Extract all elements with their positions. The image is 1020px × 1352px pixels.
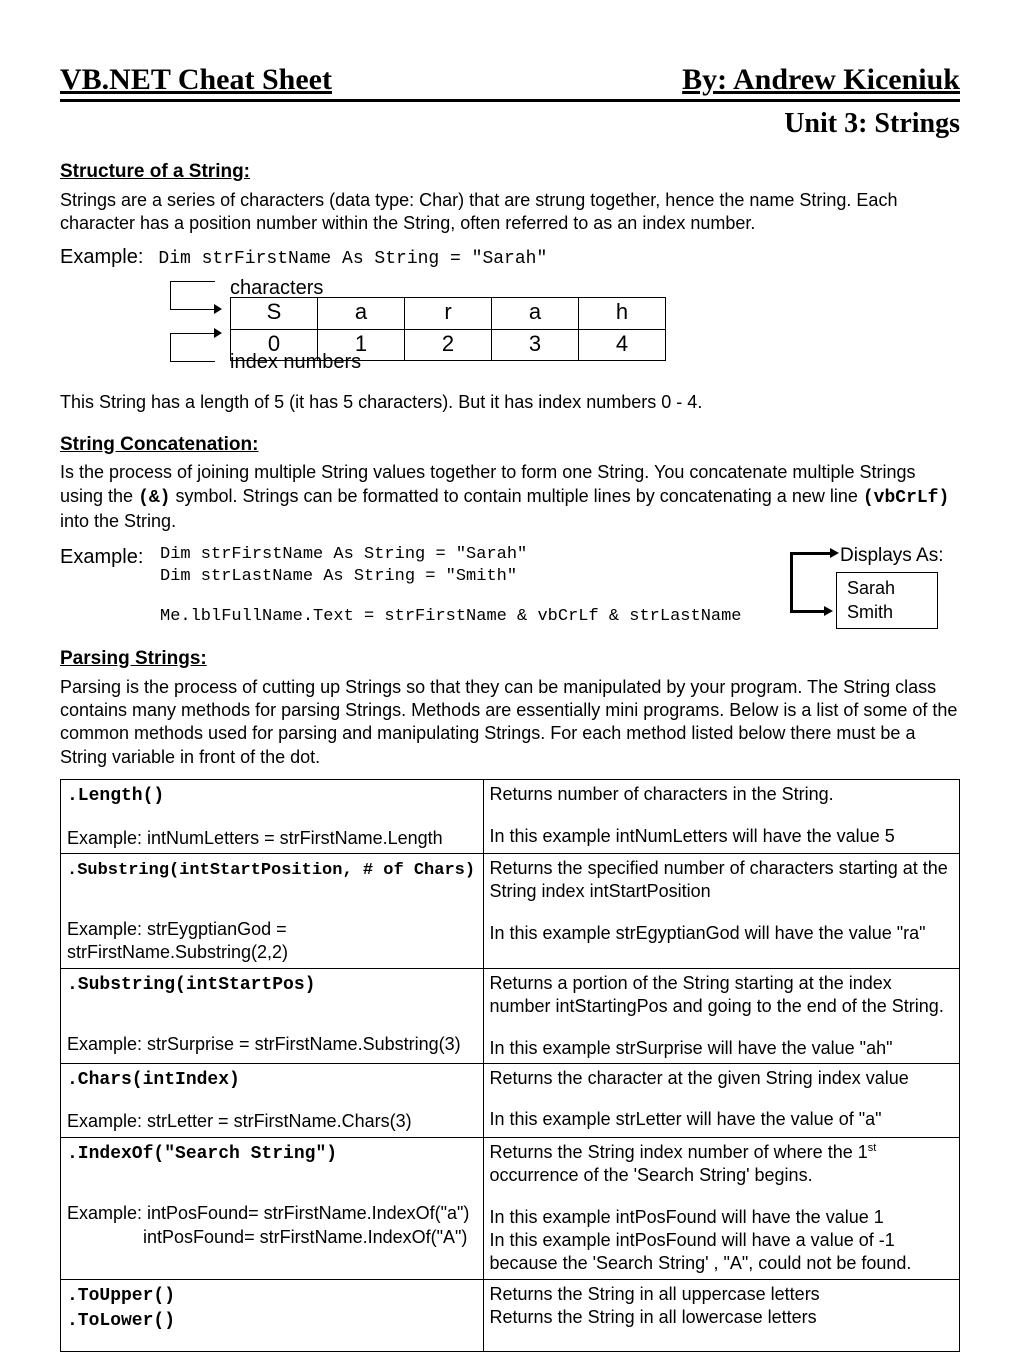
table-row: .Length() Example: intNumLetters = strFi… (61, 780, 960, 854)
char-cell: r (405, 298, 492, 330)
arrow-shape-top-b (170, 309, 215, 310)
method-signature: .Substring(intStartPosition, # of Chars) (67, 861, 475, 880)
method-desc-cell: Returns number of characters in the Stri… (483, 780, 959, 854)
index-cell: 4 (579, 329, 666, 361)
arrowhead-right-icon (830, 548, 839, 558)
method-example: Example: strSurprise = strFirstName.Subs… (67, 1034, 461, 1054)
structure-example-code: Dim strFirstName As String = "Sarah" (158, 249, 547, 269)
table-row: .Substring(intStartPosition, # of Chars)… (61, 854, 960, 969)
method-desc: Returns the String in all uppercase lett… (490, 1284, 820, 1304)
section-heading-concat: String Concatenation: (60, 433, 960, 458)
displays-area: Displays As: Sarah Smith (810, 544, 960, 629)
method-cell: .IndexOf("Search String") Example: intPo… (61, 1137, 484, 1279)
method-desc-cell: Returns the character at the given Strin… (483, 1064, 959, 1138)
structure-example: Example: Dim strFirstName As String = "S… (60, 244, 960, 271)
concat-intro-b: symbol. Strings can be formatted to cont… (175, 486, 862, 506)
method-example: Example: strLetter = strFirstName.Chars(… (67, 1111, 412, 1131)
method-desc-cell: Returns a portion of the String starting… (483, 968, 959, 1063)
table-row: .IndexOf("Search String") Example: intPo… (61, 1137, 960, 1279)
displays-line: Smith (847, 601, 927, 624)
method-cell: .Substring(intStartPosition, # of Chars)… (61, 854, 484, 969)
char-cell: a (492, 298, 579, 330)
method-signature: .ToUpper() (67, 1286, 175, 1306)
method-desc: Returns a portion of the String starting… (490, 973, 944, 1016)
displays-label: Displays As: (840, 544, 960, 569)
title-row: VB.NET Cheat Sheet By: Andrew Kiceniuk (60, 60, 960, 102)
method-example: Example: intNumLetters = strFirstName.Le… (67, 828, 443, 848)
section-heading-structure: Structure of a String: (60, 160, 960, 185)
index-cell: 2 (405, 329, 492, 361)
structure-intro: Strings are a series of characters (data… (60, 189, 960, 236)
method-result: In this example strEgyptianGod will have… (490, 923, 926, 943)
method-desc: Returns the String in all lowercase lett… (490, 1307, 817, 1327)
concat-intro-c: into the String. (60, 511, 176, 531)
method-cell: .Length() Example: intNumLetters = strFi… (61, 780, 484, 854)
methods-table: .Length() Example: intNumLetters = strFi… (60, 779, 960, 1351)
method-cell: .Chars(intIndex) Example: strLetter = st… (61, 1064, 484, 1138)
table-row: .Chars(intIndex) Example: strLetter = st… (61, 1064, 960, 1138)
method-signature: .IndexOf("Search String") (67, 1144, 337, 1164)
example-label: Example: (60, 544, 150, 570)
method-desc-cell: Returns the String index number of where… (483, 1137, 959, 1279)
method-result: In this example intPosFound will have a … (490, 1230, 912, 1273)
method-desc-a: Returns the String index number of where… (490, 1142, 868, 1162)
arrowhead-right-icon (824, 606, 833, 616)
concat-intro: Is the process of joining multiple Strin… (60, 461, 960, 533)
arrowhead-bottom-icon (214, 328, 222, 338)
char-cell: a (318, 298, 405, 330)
arrow-line (790, 552, 830, 555)
length-note: This String has a length of 5 (it has 5 … (60, 391, 960, 414)
method-example: Example: strEygptianGod = strFirstName.S… (67, 919, 288, 962)
arrow-shape-bottom-t (170, 333, 215, 334)
method-desc-b: occurrence of the 'Search String' begins… (490, 1165, 813, 1185)
displays-line: Sarah (847, 577, 927, 600)
method-result: In this example intPosFound will have th… (490, 1207, 884, 1227)
example-label: Example: (60, 246, 143, 268)
method-desc-cell: Returns the specified number of characte… (483, 854, 959, 969)
arrow-line (790, 610, 826, 613)
code-line: Dim strLastName As String = "Smith" (160, 566, 810, 588)
arrow-shape-bottom (170, 333, 215, 362)
amp-symbol: (&) (138, 488, 170, 508)
table-row: .Substring(intStartPos) Example: strSurp… (61, 968, 960, 1063)
method-result: In this example strLetter will have the … (490, 1109, 882, 1129)
method-desc: Returns number of characters in the Stri… (490, 784, 834, 804)
char-cell: h (579, 298, 666, 330)
unit-title: Unit 3: Strings (60, 106, 960, 142)
method-example: intPosFound= strFirstName.IndexOf("A") (67, 1226, 467, 1249)
concat-example: Example: Dim strFirstName As String = "S… (60, 544, 960, 629)
crlf-symbol: (vbCrLf) (863, 488, 949, 508)
char-cell: S (231, 298, 318, 330)
method-example: Example: intPosFound= strFirstName.Index… (67, 1203, 469, 1223)
title-left: VB.NET Cheat Sheet (60, 60, 332, 99)
superscript: st (868, 1142, 877, 1154)
method-result: In this example strSurprise will have th… (490, 1038, 893, 1058)
code-line: Me.lblFullName.Text = strFirstName & vbC… (160, 606, 810, 628)
method-desc: Returns the character at the given Strin… (490, 1068, 909, 1088)
method-result: In this example intNumLetters will have … (490, 826, 895, 846)
method-signature: .Length() (67, 786, 164, 806)
method-cell: .ToUpper() .ToLower() (61, 1279, 484, 1351)
section-heading-parsing: Parsing Strings: (60, 647, 960, 672)
title-right: By: Andrew Kiceniuk (682, 60, 960, 99)
table-row: .ToUpper() .ToLower() Returns the String… (61, 1279, 960, 1351)
method-signature: .ToLower() (67, 1311, 175, 1331)
index-label: index numbers (230, 349, 361, 375)
index-cell: 3 (492, 329, 579, 361)
method-desc-cell: Returns the String in all uppercase lett… (483, 1279, 959, 1351)
method-cell: .Substring(intStartPos) Example: strSurp… (61, 968, 484, 1063)
arrow-elbow-icon (790, 552, 793, 612)
method-signature: .Substring(intStartPos) (67, 975, 315, 995)
method-desc: Returns the specified number of characte… (490, 858, 948, 901)
arrow-shape-top (170, 281, 215, 310)
method-signature: .Chars(intIndex) (67, 1070, 240, 1090)
arrowhead-top-icon (214, 304, 222, 314)
char-row: S a r a h (231, 298, 666, 330)
char-index-diagram: characters S a r a h 0 1 2 3 4 index num… (120, 281, 960, 377)
parsing-intro: Parsing is the process of cutting up Str… (60, 676, 960, 770)
concat-code: Dim strFirstName As String = "Sarah" Dim… (150, 544, 810, 628)
code-line: Dim strFirstName As String = "Sarah" (160, 544, 810, 566)
displays-box: Sarah Smith (836, 572, 938, 629)
